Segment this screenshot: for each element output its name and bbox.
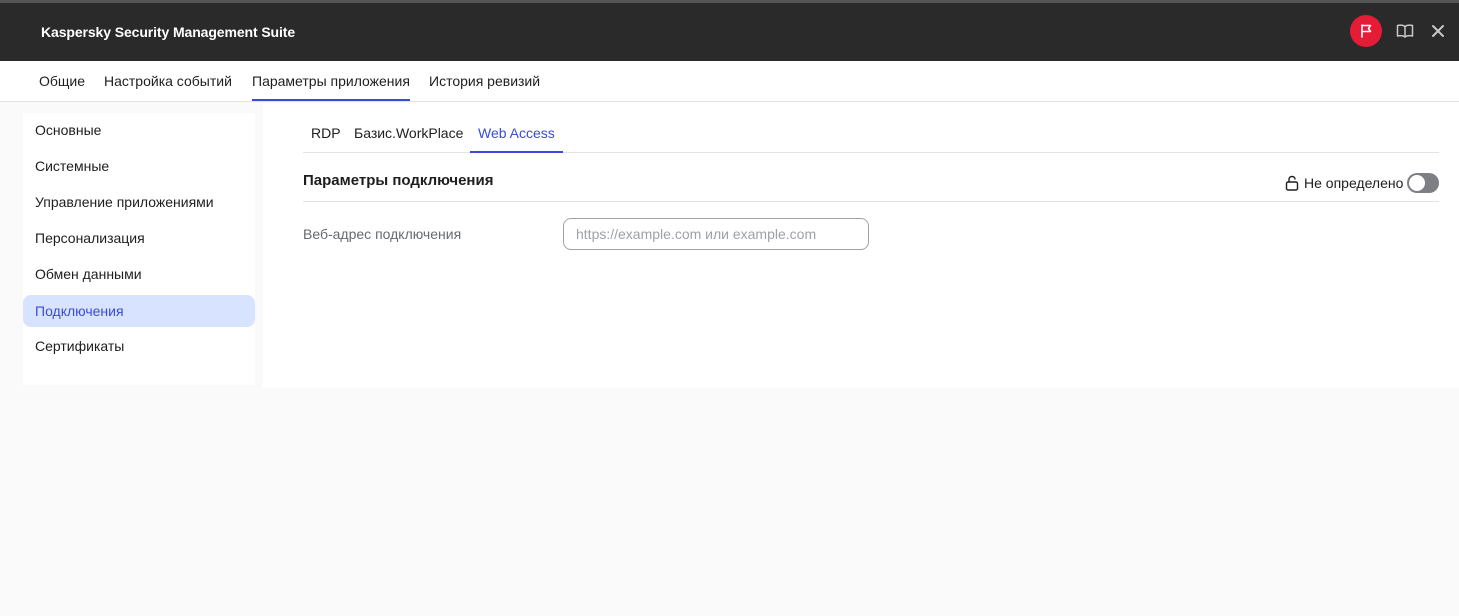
- lock-open-icon: [1285, 175, 1299, 191]
- section-toggle[interactable]: [1407, 173, 1439, 193]
- sidebar-item-data-exchange[interactable]: Обмен данными: [23, 258, 255, 290]
- sidebar-item-app-management[interactable]: Управление приложениями: [23, 186, 255, 218]
- url-field-label: Веб-адрес подключения: [303, 226, 462, 242]
- close-button[interactable]: [1427, 20, 1449, 42]
- lock-toggle-area[interactable]: [1285, 175, 1299, 191]
- tab-rdp[interactable]: RDP: [303, 117, 349, 153]
- tab-basis-workplace[interactable]: Базис.WorkPlace: [346, 117, 471, 153]
- tab-revision-history[interactable]: История ревизий: [429, 61, 540, 101]
- settings-sidebar: Основные Системные Управление приложения…: [23, 113, 255, 385]
- close-icon: [1432, 25, 1444, 37]
- flag-icon: [1361, 24, 1372, 38]
- sidebar-item-connections[interactable]: Подключения: [23, 295, 255, 327]
- section-title: Параметры подключения: [303, 172, 494, 189]
- title-bar: Kaspersky Security Management Suite: [0, 0, 1459, 61]
- toggle-knob: [1409, 175, 1425, 191]
- sidebar-item-personalization[interactable]: Персонализация: [23, 222, 255, 254]
- flag-button[interactable]: [1350, 15, 1382, 47]
- tab-general[interactable]: Общие: [39, 61, 85, 101]
- inheritance-status-label: Не определено: [1304, 175, 1404, 191]
- tab-event-settings[interactable]: Настройка событий: [104, 61, 232, 101]
- sidebar-item-certificates[interactable]: Сертификаты: [23, 330, 255, 362]
- app-title: Kaspersky Security Management Suite: [41, 24, 296, 40]
- book-icon: [1396, 24, 1414, 38]
- help-button[interactable]: [1394, 20, 1416, 42]
- section-divider: [303, 201, 1439, 202]
- tab-web-access[interactable]: Web Access: [470, 117, 563, 153]
- sidebar-item-basic[interactable]: Основные: [23, 114, 255, 146]
- tab-app-settings[interactable]: Параметры приложения: [252, 61, 410, 101]
- sidebar-item-system[interactable]: Системные: [23, 150, 255, 182]
- top-tabs: Общие Настройка событий Параметры прилож…: [0, 61, 1459, 102]
- url-input[interactable]: [563, 218, 869, 250]
